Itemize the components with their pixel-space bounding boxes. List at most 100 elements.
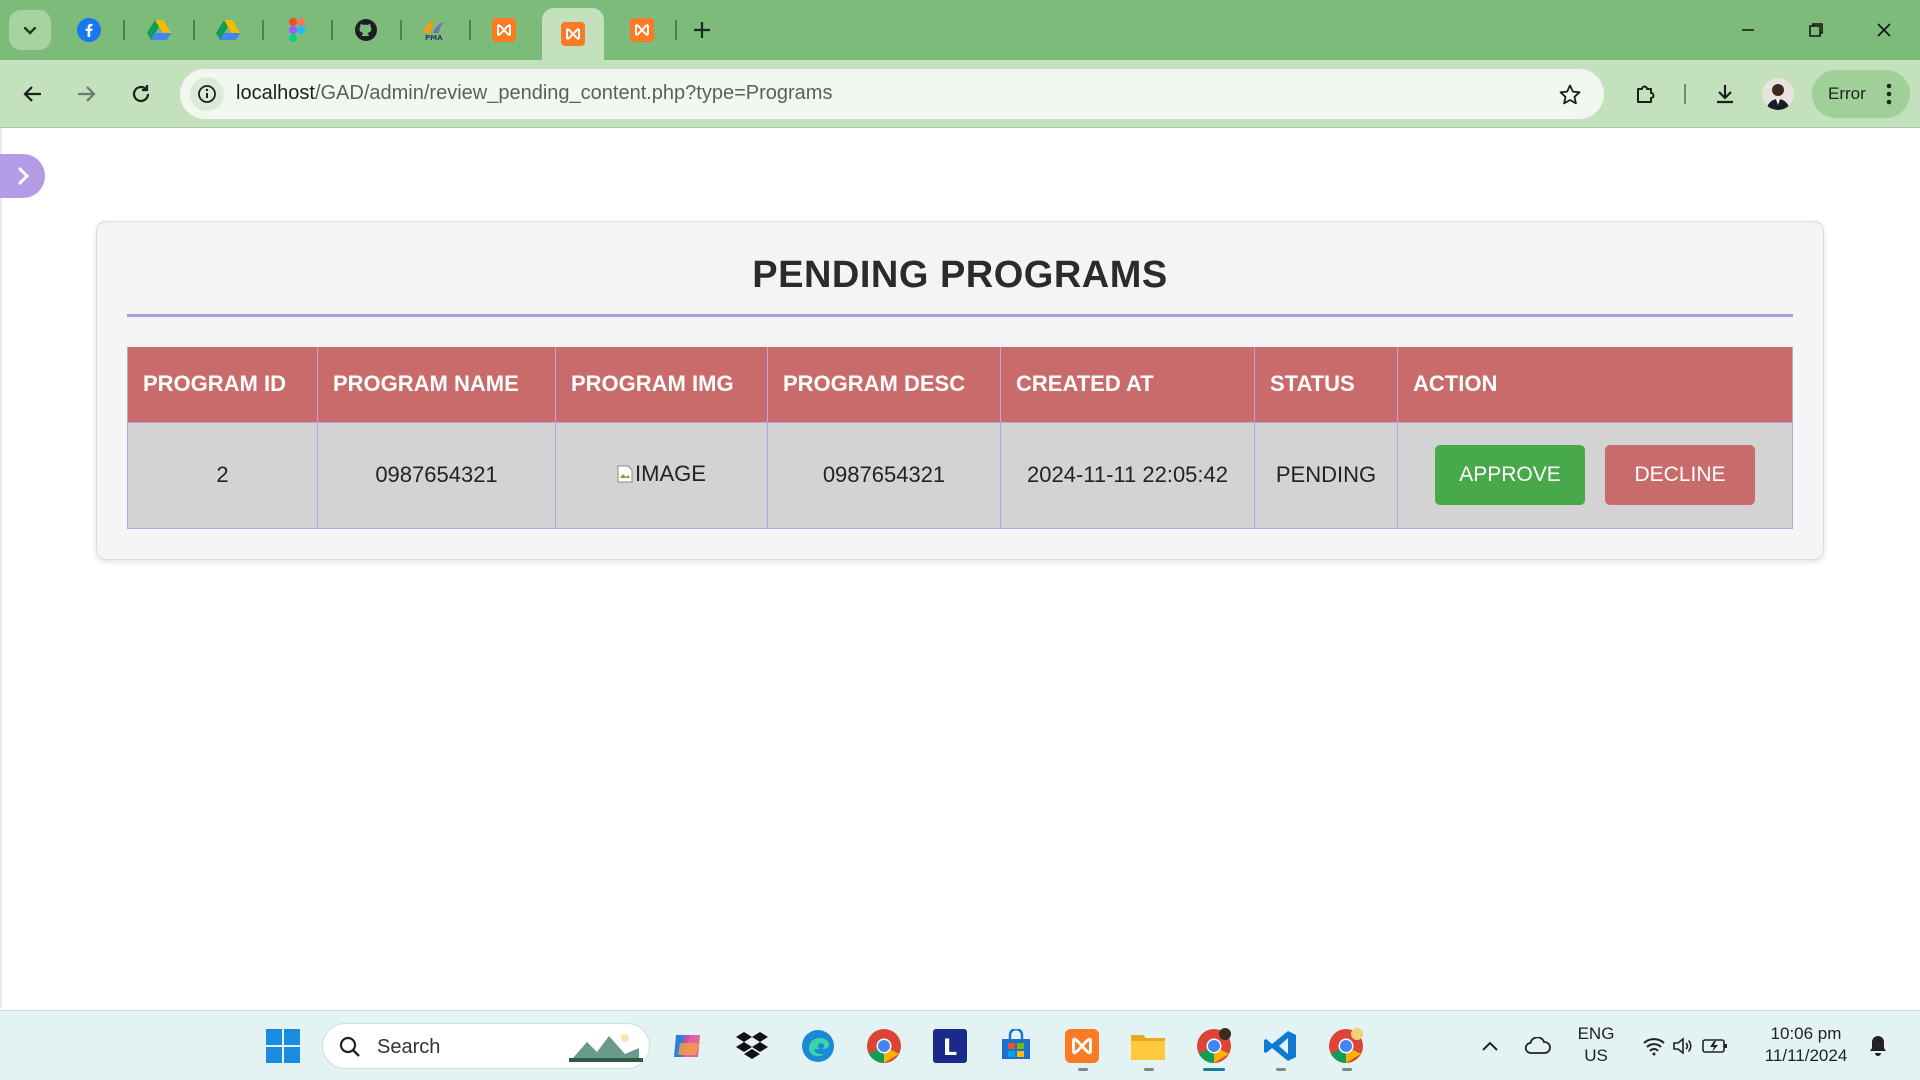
cell-status: PENDING <box>1254 421 1398 529</box>
reload-icon <box>132 85 150 103</box>
start-button[interactable] <box>261 1024 305 1068</box>
pending-programs-card: PENDING PROGRAMS PROGRAM ID PROGRAM NAME… <box>96 221 1824 560</box>
column-header-program-id: PROGRAM ID <box>127 347 318 423</box>
github-icon <box>355 19 377 41</box>
taskbar-chrome-2[interactable] <box>1324 1024 1368 1068</box>
l-app-icon: L <box>933 1029 967 1063</box>
edge-icon <box>802 1030 834 1062</box>
url-text[interactable]: localhost/GAD/admin/review_pending_conte… <box>236 82 832 105</box>
tab-google-drive-2[interactable] <box>208 14 248 46</box>
page-title: PENDING PROGRAMS <box>752 254 1168 296</box>
google-drive-icon <box>147 20 171 40</box>
tab-search-button[interactable] <box>9 10 51 50</box>
windows-taskbar: Search L ENG US 10:06 pm 11/11/2024 <box>0 1010 1920 1080</box>
chrome-icon <box>1329 1028 1363 1063</box>
xampp-icon <box>630 18 654 42</box>
sidebar-toggle-button[interactable] <box>0 154 45 198</box>
taskbar-vscode[interactable] <box>1258 1024 1302 1068</box>
chevron-right-icon <box>17 166 29 186</box>
cell-program-desc: 0987654321 <box>767 421 1001 529</box>
search-placeholder: Search <box>377 1036 441 1058</box>
input-language-button[interactable]: ENG US <box>1572 1023 1620 1067</box>
reload-button[interactable] <box>121 74 161 114</box>
taskbar-chrome-profile[interactable] <box>1192 1024 1236 1068</box>
tab-figma[interactable] <box>277 14 317 46</box>
forward-button[interactable] <box>66 74 106 114</box>
taskbar-search-box[interactable]: Search <box>322 1023 650 1069</box>
facebook-icon <box>77 18 101 42</box>
tab-xampp-1[interactable] <box>484 14 524 46</box>
chrome-icon <box>867 1029 901 1063</box>
tab-strip: PMA <box>0 0 1920 60</box>
column-header-program-desc: PROGRAM DESC <box>767 347 1001 423</box>
column-header-program-name: PROGRAM NAME <box>317 347 556 423</box>
arrow-right-icon <box>78 86 96 102</box>
arrow-left-icon <box>23 86 41 102</box>
taskbar-l-app[interactable]: L <box>928 1024 972 1068</box>
download-icon <box>1717 85 1733 104</box>
volume-icon <box>1673 1037 1692 1055</box>
bookmark-button[interactable] <box>1556 81 1584 109</box>
new-tab-button[interactable] <box>686 14 718 46</box>
folder-icon <box>1131 1035 1165 1060</box>
tab-google-drive-1[interactable] <box>139 14 179 46</box>
tab-facebook[interactable] <box>69 14 109 46</box>
minimize-button[interactable] <box>1726 10 1770 50</box>
clock-date: 11/11/2024 <box>1764 1046 1848 1065</box>
taskbar-file-explorer[interactable] <box>1126 1024 1170 1068</box>
figma-icon <box>289 18 305 42</box>
downloads-button[interactable] <box>1705 74 1745 114</box>
column-header-created-at: CREATED AT <box>1000 347 1255 423</box>
close-window-button[interactable] <box>1862 10 1906 50</box>
back-button[interactable] <box>13 74 53 114</box>
tab-phpmyadmin[interactable]: PMA <box>415 14 455 46</box>
profile-status-label: Error <box>1828 84 1866 103</box>
star-icon <box>1559 84 1581 105</box>
taskbar-copilot[interactable] <box>665 1024 709 1068</box>
taskbar-dropbox[interactable] <box>730 1024 774 1068</box>
column-header-program-img: PROGRAM IMG <box>555 347 768 423</box>
taskbar-xampp[interactable] <box>1060 1024 1104 1068</box>
show-hidden-icons-button[interactable] <box>1468 1024 1512 1068</box>
quick-settings-button[interactable] <box>1630 1024 1740 1068</box>
svg-text:L: L <box>943 1036 957 1061</box>
notifications-button[interactable] <box>1856 1024 1900 1068</box>
profile-error-button[interactable]: Error <box>1812 70 1910 118</box>
tab-github[interactable] <box>346 14 386 46</box>
column-header-status: STATUS <box>1254 347 1398 423</box>
url-path: /GAD/admin/review_pending_content.php?ty… <box>314 82 833 104</box>
browser-toolbar: localhost/GAD/admin/review_pending_conte… <box>0 60 1920 128</box>
copilot-icon <box>674 1035 700 1057</box>
onedrive-button[interactable] <box>1516 1024 1560 1068</box>
taskbar-edge[interactable] <box>796 1024 840 1068</box>
close-icon <box>1877 23 1891 37</box>
clock-button[interactable]: 10:06 pm 11/11/2024 <box>1754 1023 1858 1067</box>
column-header-action: ACTION <box>1397 347 1793 423</box>
svg-text:PMA: PMA <box>425 34 443 41</box>
restore-icon <box>1809 23 1823 37</box>
site-info-button[interactable] <box>190 77 224 111</box>
title-divider <box>127 314 1793 317</box>
wifi-icon <box>1643 1038 1665 1056</box>
battery-icon <box>1702 1039 1727 1053</box>
profile-avatar[interactable] <box>1762 78 1794 110</box>
restore-button[interactable] <box>1794 10 1838 50</box>
table-row: 2 0987654321 IMAGE 0987654321 2024-11-11… <box>127 421 1793 529</box>
pending-programs-table: PROGRAM ID PROGRAM NAME PROGRAM IMG PROG… <box>127 347 1793 529</box>
taskbar-chrome[interactable] <box>862 1024 906 1068</box>
cell-program-id: 2 <box>127 421 318 529</box>
cell-created-at: 2024-11-11 22:05:42 <box>1000 421 1255 529</box>
windows-logo-icon <box>266 1029 300 1063</box>
approve-button[interactable]: APPROVE <box>1435 445 1585 505</box>
tab-xampp-3[interactable] <box>622 14 662 46</box>
extensions-button[interactable] <box>1626 74 1666 114</box>
tab-xampp-active[interactable] <box>542 8 604 60</box>
chevron-up-icon <box>1482 1041 1498 1051</box>
taskbar-ms-store[interactable] <box>994 1024 1038 1068</box>
program-image: IMAGE <box>617 461 706 487</box>
cell-program-name: 0987654321 <box>317 421 556 529</box>
address-bar[interactable]: localhost/GAD/admin/review_pending_conte… <box>180 69 1604 119</box>
xampp-icon <box>1065 1029 1099 1063</box>
decline-button[interactable]: DECLINE <box>1605 445 1755 505</box>
xampp-icon <box>492 18 516 42</box>
